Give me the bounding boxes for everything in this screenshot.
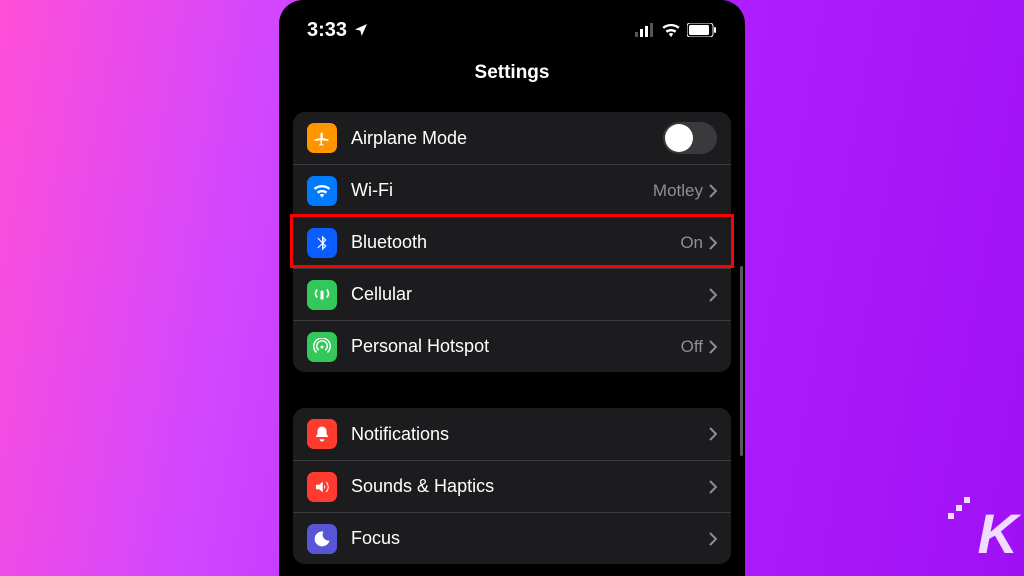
row-label: Sounds & Haptics bbox=[351, 476, 709, 497]
phone-frame: 3:33 Settings Airplane ModeWi-FiMotleyBl… bbox=[279, 0, 745, 576]
settings-group: Notifications Sounds & Haptics Focus bbox=[293, 408, 731, 564]
chevron-right-icon bbox=[709, 427, 717, 441]
chevron-right-icon bbox=[709, 288, 717, 302]
watermark-logo: K bbox=[978, 501, 1016, 566]
row-label: Personal Hotspot bbox=[351, 336, 681, 357]
status-bar: 3:33 bbox=[279, 0, 745, 60]
bell-icon bbox=[307, 419, 337, 449]
status-time: 3:33 bbox=[307, 19, 347, 42]
row-airplane-mode[interactable]: Airplane Mode bbox=[293, 112, 731, 164]
row-focus[interactable]: Focus bbox=[293, 512, 731, 564]
wifi-status-icon bbox=[661, 23, 681, 37]
battery-icon bbox=[687, 23, 717, 37]
chevron-right-icon bbox=[709, 480, 717, 494]
settings-group: Airplane ModeWi-FiMotleyBluetoothOnCellu… bbox=[293, 112, 731, 372]
chevron-right-icon bbox=[709, 236, 717, 250]
airplane-icon bbox=[307, 123, 337, 153]
settings-content[interactable]: Airplane ModeWi-FiMotleyBluetoothOnCellu… bbox=[279, 112, 745, 564]
speaker-icon bbox=[307, 472, 337, 502]
hotspot-icon bbox=[307, 332, 337, 362]
row-label: Airplane Mode bbox=[351, 128, 663, 149]
moon-icon bbox=[307, 524, 337, 554]
row-cellular[interactable]: Cellular bbox=[293, 268, 731, 320]
cellular-icon bbox=[307, 280, 337, 310]
row-sounds-haptics[interactable]: Sounds & Haptics bbox=[293, 460, 731, 512]
row-label: Bluetooth bbox=[351, 232, 680, 253]
row-label: Cellular bbox=[351, 284, 709, 305]
chevron-right-icon bbox=[709, 532, 717, 546]
page-title: Settings bbox=[279, 60, 745, 112]
scroll-indicator[interactable] bbox=[740, 266, 743, 456]
row-personal-hotspot[interactable]: Personal HotspotOff bbox=[293, 320, 731, 372]
row-wi-fi[interactable]: Wi-FiMotley bbox=[293, 164, 731, 216]
signal-icon bbox=[635, 23, 655, 37]
wifi-icon bbox=[307, 176, 337, 206]
row-label: Focus bbox=[351, 528, 709, 549]
row-label: Notifications bbox=[351, 424, 709, 445]
bluetooth-icon bbox=[307, 228, 337, 258]
row-notifications[interactable]: Notifications bbox=[293, 408, 731, 460]
row-bluetooth[interactable]: BluetoothOn bbox=[293, 216, 731, 268]
row-value: Off bbox=[681, 337, 703, 357]
chevron-right-icon bbox=[709, 184, 717, 198]
row-value: Motley bbox=[653, 181, 703, 201]
chevron-right-icon bbox=[709, 340, 717, 354]
row-value: On bbox=[680, 233, 703, 253]
toggle[interactable] bbox=[663, 122, 717, 154]
row-label: Wi-Fi bbox=[351, 180, 653, 201]
location-icon bbox=[353, 22, 369, 38]
